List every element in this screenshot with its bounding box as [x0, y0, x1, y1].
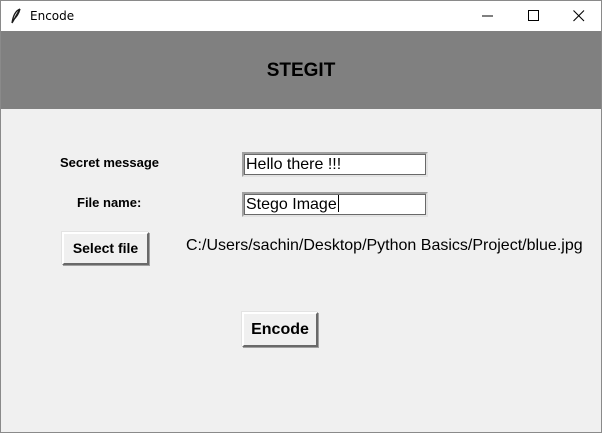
title-bar[interactable]: Encode [1, 1, 601, 31]
secret-message-label: Secret message [60, 155, 160, 170]
close-button[interactable] [556, 1, 602, 31]
feather-icon [10, 8, 22, 24]
encode-window: Encode STEGIT Secret message Hello there… [0, 0, 602, 433]
minimize-button[interactable] [465, 1, 511, 31]
maximize-button[interactable] [511, 1, 557, 31]
close-icon [573, 10, 585, 22]
selected-file-path: C:/Users/sachin/Desktop/Python Basics/Pr… [186, 237, 583, 254]
text-cursor [337, 195, 339, 212]
select-file-button[interactable]: Select file [62, 232, 149, 265]
minimize-icon [482, 15, 493, 17]
secret-message-value: Hello there !!! [246, 156, 342, 173]
file-name-label: File name: [77, 195, 142, 210]
window-title: Encode [30, 9, 75, 23]
app-heading: STEGIT [266, 60, 336, 81]
secret-message-input[interactable]: Hello there !!! [242, 152, 428, 177]
maximize-icon [528, 10, 539, 21]
file-name-input[interactable]: Stego Image [242, 192, 428, 217]
encode-button[interactable]: Encode [242, 312, 318, 347]
header-banner: STEGIT [1, 31, 601, 109]
file-name-value: Stego Image [246, 196, 337, 213]
